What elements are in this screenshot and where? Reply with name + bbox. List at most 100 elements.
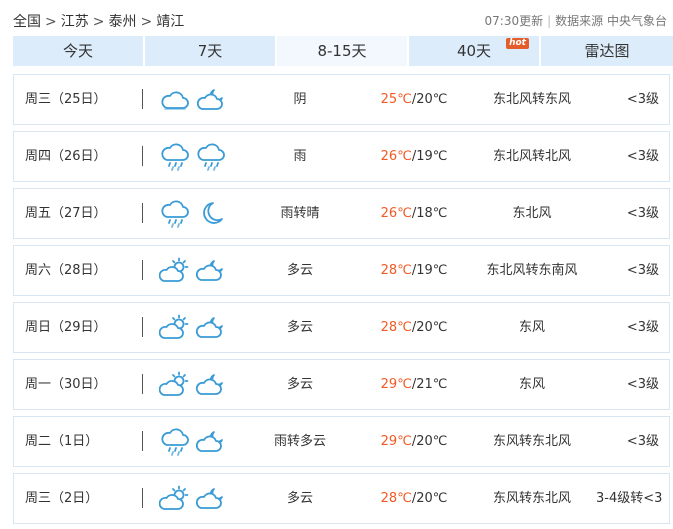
temperature-low: /21℃ <box>411 377 448 392</box>
temperature-low: /18℃ <box>411 206 448 221</box>
temperature-high: 29℃ <box>380 434 412 449</box>
partly-cloudy-day-icon <box>159 371 191 399</box>
partly-cloudy-night-icon <box>195 314 227 342</box>
temperature-high: 28℃ <box>380 320 412 335</box>
partly-cloudy-night-icon <box>195 428 227 456</box>
rain-icon <box>195 143 227 171</box>
temperature-high: 29℃ <box>380 377 412 392</box>
breadcrumb-separator: > <box>92 14 105 30</box>
rain-icon <box>159 143 191 171</box>
breadcrumb: 全国 > 江苏 > 泰州 > 靖江 <box>13 11 184 31</box>
forecast-row: 周三（2日） 多云 28℃/20℃ 东风转东北风 3-4级转<3 <box>13 473 670 524</box>
partly-cloudy-night-icon <box>195 371 227 399</box>
forecast-date: 周三（2日） <box>25 474 143 523</box>
forecast-tabs: 今天 7天 8-15天 40天 hot 雷达图 <box>13 36 673 66</box>
weather-description: 阴 <box>293 92 307 107</box>
forecast-date: 周二（1日） <box>25 417 143 466</box>
wind-level: <3级 <box>626 320 659 335</box>
partly-cloudy-day-icon <box>159 257 191 285</box>
forecast-date: 周一（30日） <box>25 360 143 409</box>
wind-level: <3级 <box>626 92 659 107</box>
partly-cloudy-day-icon <box>159 314 191 342</box>
breadcrumb-county[interactable]: 靖江 <box>156 14 184 30</box>
forecast-row: 周日（29日） 多云 28℃/20℃ 东风 <3级 <box>13 302 670 353</box>
temperature-low: /19℃ <box>411 149 448 164</box>
date-divider <box>142 488 143 508</box>
breadcrumb-city[interactable]: 泰州 <box>108 14 136 30</box>
weather-description: 雨 <box>293 149 307 164</box>
temperature-high: 26℃ <box>380 149 412 164</box>
forecast-row: 周二（1日） 雨转多云 29℃/20℃ 东风转东北风 <3级 <box>13 416 670 467</box>
weather-description: 多云 <box>286 377 313 392</box>
tab-8-15-days[interactable]: 8-15天 <box>277 36 407 66</box>
cloudy-night-icon <box>195 86 227 114</box>
date-divider <box>142 203 143 223</box>
date-divider <box>142 146 143 166</box>
wind-level: <3级 <box>626 149 659 164</box>
temperature-low: /19℃ <box>411 263 448 278</box>
wind-direction: 东北风转东风 <box>492 92 571 107</box>
temperature-low: /20℃ <box>411 434 448 449</box>
tab-today[interactable]: 今天 <box>13 36 143 66</box>
date-divider <box>142 317 143 337</box>
forecast-date-label: 周三（2日） <box>25 491 99 506</box>
temperature-range: 28℃/20℃ <box>364 303 464 352</box>
update-time: 07:30更新 <box>484 14 544 28</box>
weather-description: 多云 <box>286 263 313 278</box>
forecast-date-label: 周五（27日） <box>25 206 107 221</box>
wind-level: <3级 <box>626 206 659 221</box>
temperature-low: /20℃ <box>411 491 448 506</box>
rain-icon <box>159 200 191 228</box>
meta-divider: | <box>547 14 552 28</box>
wind-level: <3级 <box>626 263 659 278</box>
wind-direction: 东风转东北风 <box>492 434 571 449</box>
wind-direction: 东北风转东南风 <box>486 263 578 278</box>
breadcrumb-separator: > <box>45 14 57 30</box>
tab-40-days-label: 40天 <box>456 42 492 60</box>
forecast-date: 周五（27日） <box>25 189 143 238</box>
forecast-date-label: 周三（25日） <box>25 92 107 107</box>
temperature-range: 25℃/20℃ <box>364 75 464 124</box>
temperature-range: 28℃/20℃ <box>364 474 464 523</box>
temperature-range: 29℃/20℃ <box>364 417 464 466</box>
partly-cloudy-night-icon <box>195 257 227 285</box>
temperature-high: 28℃ <box>380 263 412 278</box>
forecast-date: 周四（26日） <box>25 132 143 181</box>
forecast-date-label: 周四（26日） <box>25 149 107 164</box>
breadcrumb-separator: > <box>140 14 153 30</box>
temperature-range: 26℃/18℃ <box>364 189 464 238</box>
rain-icon <box>159 428 191 456</box>
weather-description: 雨转晴 <box>280 206 320 221</box>
header-bar: 全国 > 江苏 > 泰州 > 靖江 07:30更新 | 数据来源 中央气象台 <box>0 0 673 36</box>
temperature-low: /20℃ <box>411 92 448 107</box>
temperature-range: 29℃/21℃ <box>364 360 464 409</box>
breadcrumb-province[interactable]: 江苏 <box>61 14 89 30</box>
partly-cloudy-day-icon <box>159 485 191 513</box>
wind-direction: 东风 <box>518 320 545 335</box>
temperature-range: 28℃/19℃ <box>364 246 464 295</box>
wind-direction: 东北风 <box>512 206 552 221</box>
temperature-high: 26℃ <box>380 206 412 221</box>
forecast-row: 周六（28日） 多云 28℃/19℃ 东北风转东南风 <3级 <box>13 245 670 296</box>
date-divider <box>142 431 143 451</box>
temperature-range: 26℃/19℃ <box>364 132 464 181</box>
wind-level: <3级 <box>626 377 659 392</box>
date-divider <box>142 260 143 280</box>
forecast-date: 周六（28日） <box>25 246 143 295</box>
wind-level: 3-4级转<3 <box>596 491 663 506</box>
weather-description: 雨转多云 <box>273 434 326 449</box>
forecast-date-label: 周六（28日） <box>25 263 107 278</box>
cloudy-icon <box>159 86 191 114</box>
date-divider <box>142 89 143 109</box>
moon-icon <box>195 200 227 228</box>
tab-radar[interactable]: 雷达图 <box>541 36 673 66</box>
tab-7-days[interactable]: 7天 <box>145 36 275 66</box>
weather-description: 多云 <box>286 491 313 506</box>
update-info: 07:30更新 | 数据来源 中央气象台 <box>485 12 667 29</box>
tab-40-days[interactable]: 40天 hot <box>409 36 539 66</box>
forecast-date: 周日（29日） <box>25 303 143 352</box>
data-source: 数据来源 中央气象台 <box>555 14 667 28</box>
wind-level: <3级 <box>626 434 659 449</box>
breadcrumb-national[interactable]: 全国 <box>13 14 41 30</box>
forecast-row: 周三（25日） 阴 25℃/20℃ 东北风转东风 <3级 <box>13 74 670 125</box>
